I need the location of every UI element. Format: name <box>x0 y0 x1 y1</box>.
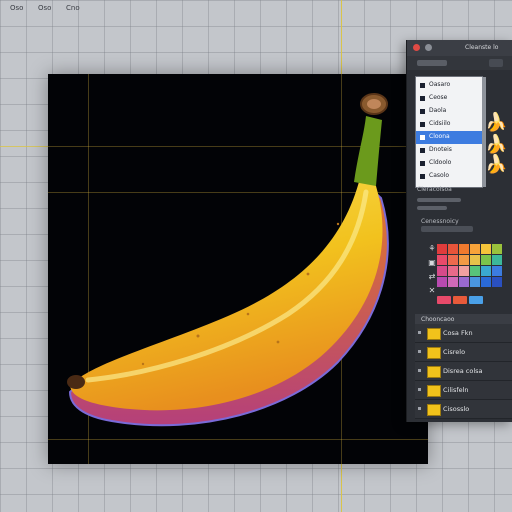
color-swatch[interactable] <box>437 255 447 265</box>
properties-label: Cleracolsoa <box>417 186 452 193</box>
checkbox-icon[interactable] <box>420 148 425 153</box>
top-bar: Oso Oso Cno <box>0 0 512 22</box>
banana-stem <box>354 116 382 186</box>
close-icon[interactable]: ✕ <box>427 286 437 296</box>
color-swatch[interactable] <box>470 266 480 276</box>
list-item[interactable]: Ceose <box>416 92 482 105</box>
swap-icon[interactable]: ⇄ <box>427 272 437 282</box>
checkbox-icon[interactable] <box>420 161 425 166</box>
color-swatch[interactable] <box>481 244 491 254</box>
color-swatch[interactable] <box>492 277 502 287</box>
list-item[interactable]: Cldoolo <box>416 157 482 170</box>
color-swatch[interactable] <box>481 255 491 265</box>
visibility-icon[interactable] <box>418 407 421 410</box>
list-item[interactable]: Daola <box>416 105 482 118</box>
color-swatch[interactable] <box>448 244 458 254</box>
checkbox-icon[interactable] <box>420 96 425 101</box>
swatch-bottom[interactable] <box>437 296 451 304</box>
swatch-bottom[interactable] <box>453 296 467 304</box>
panel-search-field[interactable] <box>417 60 447 66</box>
color-swatch[interactable] <box>470 244 480 254</box>
speckle <box>306 272 310 276</box>
color-swatch[interactable] <box>470 277 480 287</box>
color-swatch[interactable] <box>492 244 502 254</box>
color-swatch[interactable] <box>437 266 447 276</box>
layers-header: Chooncaoo <box>415 314 512 324</box>
layer-row[interactable]: Cilisfeln <box>415 381 512 400</box>
top-menu-3[interactable]: Cno <box>66 4 80 12</box>
banana-thumbnail-icon[interactable]: 🍌 <box>485 136 507 154</box>
layer-row[interactable]: Cosa Fkn <box>415 324 512 343</box>
droplet-icon[interactable]: ⚘ <box>427 244 437 254</box>
color-swatch[interactable] <box>459 255 469 265</box>
palette-label: Cenessnoicy <box>421 218 459 225</box>
checkbox-icon[interactable] <box>420 83 425 88</box>
color-swatch[interactable] <box>470 255 480 265</box>
color-swatch[interactable] <box>437 277 447 287</box>
speckle <box>336 222 340 226</box>
close-window-icon[interactable] <box>413 44 420 51</box>
layer-row[interactable]: Cisrelo <box>415 343 512 362</box>
checkbox-icon[interactable] <box>420 122 425 127</box>
speckle <box>141 362 145 366</box>
stem-tip-cut <box>367 99 381 109</box>
minimize-window-icon[interactable] <box>425 44 432 51</box>
layer-thumbnail <box>427 385 441 397</box>
color-swatch[interactable] <box>492 266 502 276</box>
artboard[interactable] <box>48 74 428 464</box>
list-item[interactable]: Dnoteis <box>416 144 482 157</box>
side-panel: Cleanste lo Oasaro Ceose Daola Cidsiilo … <box>406 40 512 422</box>
color-swatch[interactable] <box>459 244 469 254</box>
speckle <box>276 340 280 344</box>
checkbox-icon[interactable] <box>420 135 425 140</box>
visibility-icon[interactable] <box>418 350 421 353</box>
checkbox-icon[interactable] <box>420 109 425 114</box>
list-item[interactable]: Casolo <box>416 170 482 183</box>
top-menu-1[interactable]: Oso <box>10 4 23 12</box>
layer-thumbnail <box>427 366 441 378</box>
visibility-icon[interactable] <box>418 369 421 372</box>
list-item-selected[interactable]: Cloona <box>416 131 482 144</box>
color-swatch[interactable] <box>448 277 458 287</box>
asset-list[interactable]: Oasaro Ceose Daola Cidsiilo Cloona Dnote… <box>415 76 486 188</box>
property-slider[interactable] <box>417 198 461 202</box>
speckle <box>246 312 250 316</box>
list-item[interactable]: Oasaro <box>416 79 482 92</box>
panel-toolbar <box>407 56 512 70</box>
visibility-icon[interactable] <box>418 388 421 391</box>
color-swatch[interactable] <box>492 255 502 265</box>
swatch-bottom[interactable] <box>469 296 483 304</box>
banana-tip <box>67 375 85 389</box>
panel-titlebar: Cleanste lo <box>407 40 512 56</box>
layer-row[interactable]: Disrea colsa <box>415 362 512 381</box>
color-swatch[interactable] <box>459 266 469 276</box>
color-swatch[interactable] <box>481 266 491 276</box>
color-swatch[interactable] <box>459 277 469 287</box>
panel-title: Cleanste lo <box>465 44 499 51</box>
color-swatch[interactable] <box>481 277 491 287</box>
banana-thumbnail-icon[interactable]: 🍌 <box>485 156 507 174</box>
color-swatch[interactable] <box>448 255 458 265</box>
palette-header <box>421 226 473 232</box>
toolbar-button[interactable] <box>489 59 503 67</box>
speckle <box>196 334 200 338</box>
color-swatch[interactable] <box>448 266 458 276</box>
top-menu-2[interactable]: Oso <box>38 4 51 12</box>
color-swatch[interactable] <box>437 244 447 254</box>
checkbox-icon[interactable] <box>420 174 425 179</box>
layer-thumbnail <box>427 347 441 359</box>
layer-thumbnail <box>427 328 441 340</box>
color-swatches <box>437 244 502 287</box>
layer-row[interactable]: Cisosslo <box>415 400 512 419</box>
layer-thumbnail <box>427 404 441 416</box>
property-slider[interactable] <box>417 206 447 210</box>
banana-thumbnail-icon[interactable]: 🍌 <box>485 114 507 132</box>
visibility-icon[interactable] <box>418 331 421 334</box>
lock-icon[interactable]: ▣ <box>427 258 437 268</box>
list-item[interactable]: Cidsiilo <box>416 118 482 131</box>
banana-illustration[interactable] <box>48 74 428 464</box>
